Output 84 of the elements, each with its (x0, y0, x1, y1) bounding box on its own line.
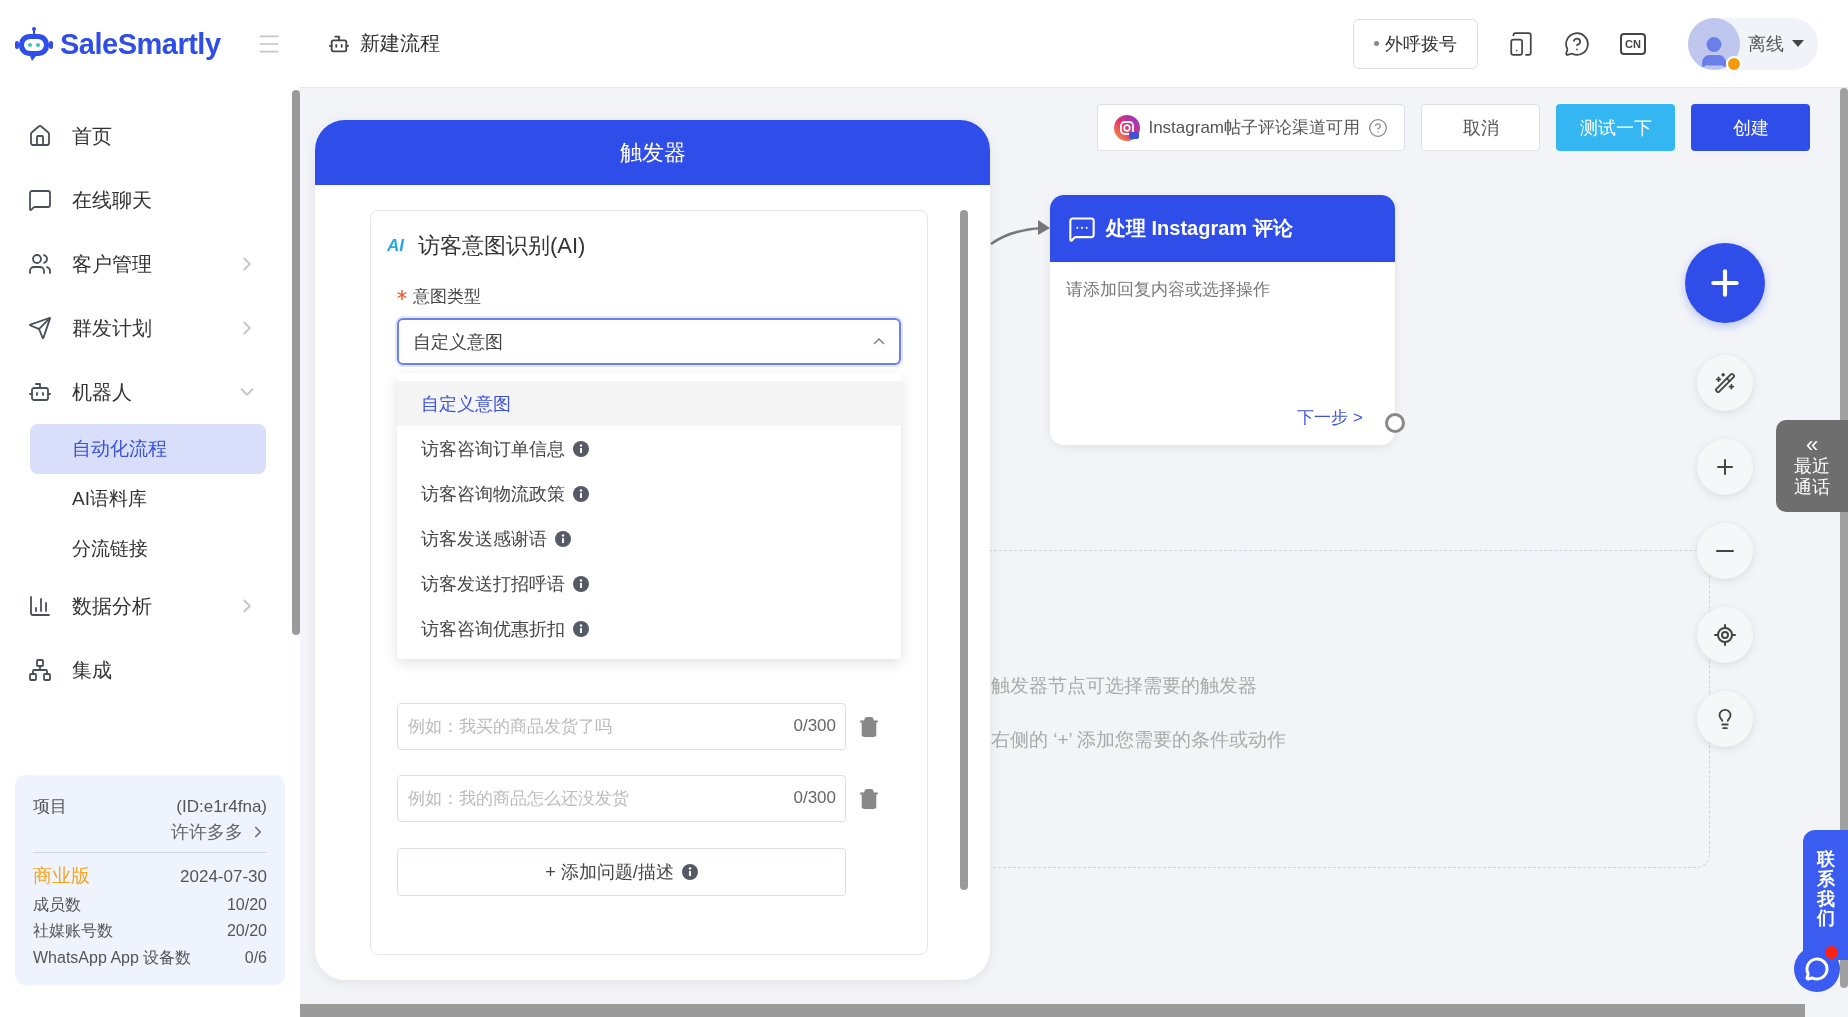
stat-label: 社媒账号数 (33, 921, 113, 942)
sidebar-item[interactable]: 机器人 (0, 360, 288, 424)
chat-bubble-button[interactable] (1794, 946, 1840, 992)
instagram-icon (1114, 114, 1141, 141)
sidebar-item[interactable]: 群发计划 (0, 296, 288, 360)
ai-label: AI (387, 236, 404, 256)
toolbar-button[interactable]: 取消 (1421, 104, 1540, 151)
device-icon[interactable] (1508, 30, 1535, 57)
magic-wand-icon (1714, 372, 1736, 394)
menu-item-icon (28, 594, 52, 618)
menu-item-icon (28, 380, 52, 404)
menu-item-icon (28, 124, 52, 148)
page-title: 新建流程 (360, 31, 440, 56)
dropdown-option[interactable]: 访客发送感谢语 (397, 516, 901, 561)
project-name-link[interactable]: 许许多多 (171, 820, 267, 845)
scrollbar[interactable] (292, 90, 300, 635)
outbound-call-button[interactable]: 外呼拨号 (1353, 18, 1479, 69)
hint-text: 触发器节点可选择需要的触发器 (991, 674, 1258, 698)
sidebar-item[interactable]: 集成 (0, 638, 288, 702)
menu-item-icon (28, 188, 52, 212)
chevron-up-icon (873, 338, 885, 345)
sidebar-item[interactable]: 客户管理 (0, 232, 288, 296)
node-placeholder: 请添加回复内容或选择操作 (1066, 279, 1271, 301)
delete-icon[interactable] (858, 715, 880, 738)
stat-value: 10/20 (226, 894, 267, 915)
stat-value: 20/20 (226, 921, 267, 942)
next-step-link[interactable]: 下一步 > (1297, 406, 1363, 429)
panel-header: 触发器 (315, 120, 990, 185)
dropdown-option[interactable]: 访客发送打招呼语 (397, 561, 901, 606)
stat-label: WhatsApp App 设备数 (33, 947, 192, 968)
avatar (1688, 17, 1740, 70)
node-title: 处理 Instagram 评论 (1106, 216, 1293, 241)
plan-name: 商业版 (33, 864, 90, 889)
logo-text: SaleSmartly (60, 27, 221, 61)
user-menu[interactable]: 离线 (1688, 17, 1818, 70)
flow-node[interactable]: 处理 Instagram 评论 请添加回复内容或选择操作 下一步 > (1050, 195, 1395, 445)
locate-button[interactable] (1697, 607, 1753, 663)
sidebar-item[interactable]: 在线聊天 (0, 168, 288, 232)
recent-calls-tab[interactable]: « 最近通话 (1776, 420, 1848, 512)
add-question-button[interactable]: + 添加问题/描述 (397, 848, 846, 896)
help-icon[interactable] (1564, 30, 1591, 57)
hint-text: 右侧的 ‘+’ 添加您需要的条件或动作 (991, 728, 1288, 752)
submenu-item[interactable]: AI语料库 (30, 474, 266, 524)
char-counter: 0/300 (793, 788, 836, 808)
submenu-item[interactable]: 分流链接 (30, 524, 266, 574)
menu-item-icon (28, 316, 52, 340)
stat-label: 成员数 (33, 894, 81, 915)
notice-text: Instagram帖子评论渠道可用 (1148, 117, 1360, 139)
sidebar-item[interactable]: 首页 (0, 104, 288, 168)
caret-icon (1792, 40, 1804, 47)
expiry-date: 2024-07-30 (180, 866, 267, 889)
stat-value: 0/6 (244, 947, 267, 968)
scrollbar[interactable] (1840, 88, 1848, 988)
dropdown-option[interactable]: 访客咨询物流政策 (397, 471, 901, 516)
dropdown-option[interactable]: 访客咨询订单信息 (397, 426, 901, 471)
field-label: 意图类型 (413, 286, 481, 308)
project-label: 项目 (33, 796, 67, 819)
scrollbar[interactable] (300, 1004, 1805, 1017)
crosshair-icon (1713, 623, 1737, 647)
menu-item-icon (28, 252, 52, 276)
add-node-button[interactable] (1685, 243, 1765, 323)
connection-port[interactable] (1385, 413, 1405, 433)
delete-icon[interactable] (858, 787, 880, 810)
sidebar-item[interactable]: 数据分析 (0, 574, 288, 638)
submenu-item[interactable]: 自动化流程 (30, 424, 266, 474)
section-title: 访客意图识别(AI) (418, 232, 586, 260)
lightbulb-button[interactable] (1697, 691, 1753, 747)
char-counter: 0/300 (793, 716, 836, 736)
minus-icon (1716, 550, 1734, 552)
user-status: 离线 (1748, 32, 1784, 56)
magic-wand-button[interactable] (1697, 355, 1753, 411)
contact-us-tab[interactable]: 联系我们 (1803, 830, 1848, 960)
language-button[interactable]: CN (1620, 32, 1646, 55)
chat-icon (1805, 957, 1829, 981)
logo-icon (14, 26, 54, 62)
scrollbar[interactable] (960, 210, 968, 890)
intent-select[interactable]: 自定义意图 (397, 318, 901, 365)
info-icon (681, 864, 698, 880)
project-id: (ID:e1r4fna) (176, 796, 267, 819)
dropdown-option[interactable]: 访客咨询优惠折扣 (397, 606, 901, 651)
dropdown-option[interactable]: 自定义意图 (397, 381, 901, 426)
toolbar-button[interactable]: 创建 (1691, 104, 1810, 151)
menu-item-icon (28, 658, 52, 682)
chat-icon (1068, 214, 1096, 243)
